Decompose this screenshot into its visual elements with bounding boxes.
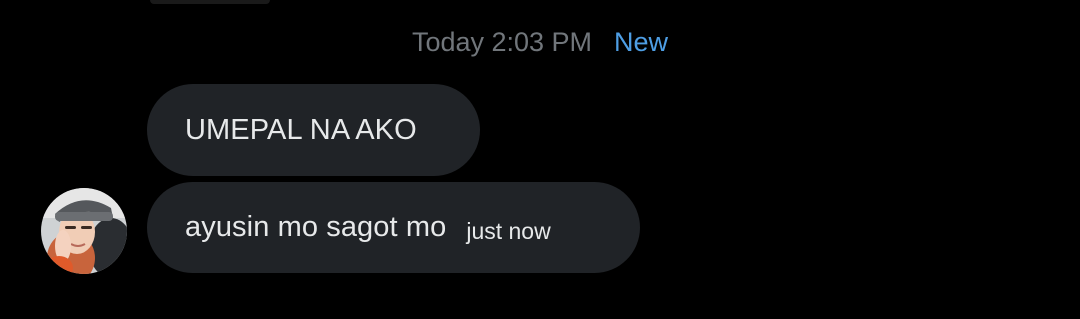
message-timestamp: just now bbox=[466, 218, 551, 244]
message-bubble[interactable]: UMEPAL NA AKO bbox=[147, 84, 480, 176]
message-text: UMEPAL NA AKO bbox=[185, 113, 417, 146]
avatar[interactable] bbox=[41, 188, 127, 274]
message-text: ayusin mo sagot mo bbox=[185, 211, 447, 243]
timestamp-label: Today 2:03 PM bbox=[411, 27, 593, 57]
new-messages-label: New bbox=[614, 27, 669, 57]
message-bubble[interactable]: ayusin mo sagot mo just now bbox=[147, 182, 640, 273]
date-separator: Today 2:03 PM New bbox=[0, 22, 1080, 62]
previous-message-edge bbox=[150, 0, 270, 4]
avatar-photo-icon bbox=[41, 188, 127, 274]
